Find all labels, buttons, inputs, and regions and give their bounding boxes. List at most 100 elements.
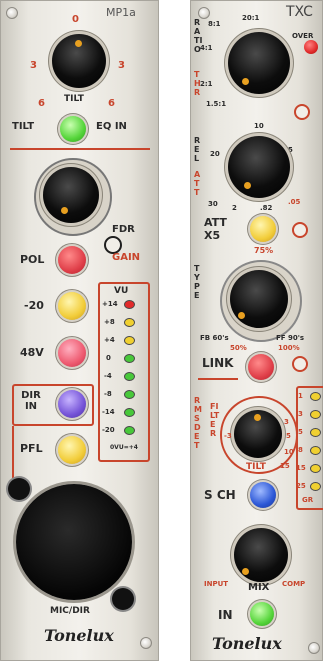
ratio-scale-3: 2:1 [200, 80, 213, 88]
vu-scale-2: +4 [104, 336, 115, 344]
pol-button[interactable] [58, 246, 86, 274]
knob-indicator [61, 207, 68, 214]
link-button[interactable] [248, 354, 274, 380]
sch-button[interactable] [250, 482, 276, 508]
over-led [304, 40, 318, 54]
filter-label: FILTER [210, 402, 220, 438]
tilt-scale-right: 3 [118, 60, 125, 71]
pad-button[interactable] [58, 292, 86, 320]
ratio-scale-over: OVER [292, 32, 314, 40]
gr-led-4 [310, 464, 321, 473]
txc-module: TXC RATIO THR 8:1 20:1 4:1 2:1 1.5:1 OVE… [190, 0, 323, 661]
divider [10, 148, 150, 150]
output-jack[interactable] [112, 588, 134, 610]
att-switch[interactable] [292, 222, 308, 238]
type-knob[interactable] [230, 270, 288, 328]
att-x5-button[interactable] [250, 216, 276, 242]
filter-scale-2: 5 [286, 432, 291, 440]
vu-led-4 [124, 372, 135, 381]
knob-indicator [242, 78, 249, 85]
mic-dir-connector[interactable] [16, 484, 132, 600]
screw-bottom-right [308, 642, 320, 654]
in-button[interactable] [250, 602, 274, 626]
type-scale-100: 100% [278, 344, 300, 352]
pfl-label: PFL [20, 442, 43, 455]
mix-label: MIX [248, 582, 270, 593]
att-label: ATT [194, 170, 201, 197]
type-pct-label: 75% [254, 246, 274, 255]
tilt-scale-bottom-right: 6 [108, 98, 115, 109]
att-scale-0: 30 [208, 200, 218, 208]
ratio-thr-knob[interactable] [228, 32, 290, 94]
vu-led-0 [124, 300, 135, 309]
vu-scale-1: +8 [104, 318, 115, 326]
att-scale-3: 5 [288, 146, 293, 154]
link-arrow [198, 378, 238, 380]
rms-det-label: RMS DET [194, 396, 202, 450]
mix-knob[interactable] [234, 528, 288, 582]
tilt-scale-top: 0 [72, 14, 79, 25]
ratio-switch[interactable] [294, 104, 310, 120]
gain-knob[interactable] [43, 167, 99, 223]
phantom-label: 48V [20, 346, 44, 359]
ratio-scale-1: 20:1 [242, 14, 260, 22]
ratio-scale-2: 4:1 [200, 44, 213, 52]
vu-led-5 [124, 390, 135, 399]
vu-led-7 [124, 426, 135, 435]
dir-in-label: DIR IN [21, 390, 41, 412]
brand-logo: Tonelux [44, 626, 114, 645]
gr-led-5 [310, 482, 321, 491]
type-switch[interactable] [292, 356, 308, 372]
mix-right-label: COMP [282, 580, 306, 588]
dir-in-button[interactable] [58, 390, 86, 418]
gr-scale-4: 15 [296, 464, 306, 472]
filter-knob[interactable] [234, 410, 282, 458]
gr-scale-5: 25 [296, 482, 306, 490]
vu-scale-0: +14 [102, 300, 118, 308]
screw-top-left [6, 7, 18, 19]
in-label: IN [218, 608, 233, 622]
mp1a-module: MP1a 0 3 3 6 6 TILT TILT EQ IN FDR GAIN … [0, 0, 159, 661]
knob-indicator [238, 312, 245, 319]
gr-led-0 [310, 392, 321, 401]
knob-indicator [242, 568, 249, 575]
rel-att-knob[interactable] [228, 136, 290, 198]
vu-led-3 [124, 354, 135, 363]
instrument-jack[interactable] [8, 478, 30, 500]
screw-bottom-right [140, 637, 152, 649]
filter-scale-0: -3 [224, 432, 232, 440]
model-label: TXC [286, 4, 313, 20]
att-scale-2: 10 [254, 122, 264, 130]
mic-dir-label: MIC/DIR [50, 606, 90, 616]
gr-led-1 [310, 410, 321, 419]
att-scale-6: .05 [288, 198, 301, 206]
eq-in-button[interactable] [60, 116, 86, 142]
fdr-label: FDR [112, 224, 135, 235]
tilt-knob[interactable] [52, 34, 106, 88]
pad-label: -20 [24, 299, 44, 312]
type-scale-50: 50% [230, 344, 247, 352]
att-scale-1: 20 [210, 150, 220, 158]
vu-led-2 [124, 336, 135, 345]
vu-led-6 [124, 408, 135, 417]
knob-indicator [75, 40, 82, 47]
filter-scale-3: 10 [284, 448, 294, 456]
rel-label: REL [194, 136, 201, 163]
filter-scale-4: 15 [280, 462, 290, 470]
att-scale-5: .82 [260, 204, 273, 212]
vu-scale-3: 0 [106, 354, 111, 362]
gain-label: GAIN [112, 252, 141, 263]
phantom-button[interactable] [58, 339, 86, 367]
gr-scale-1: 3 [298, 410, 303, 418]
type-scale-ff: FF 90's [276, 334, 305, 342]
pfl-frame [12, 426, 14, 478]
pfl-button[interactable] [58, 436, 86, 464]
att-scale-4: 2 [232, 204, 237, 212]
gr-led-2 [310, 428, 321, 437]
model-label: MP1a [106, 6, 136, 19]
filter-tilt-label: TILT [246, 462, 266, 472]
tilt-button-label: TILT [12, 121, 35, 132]
gr-label: GR [302, 496, 314, 504]
vu-scale-6: -14 [102, 408, 115, 416]
filter-scale-1: 3 [284, 418, 289, 426]
